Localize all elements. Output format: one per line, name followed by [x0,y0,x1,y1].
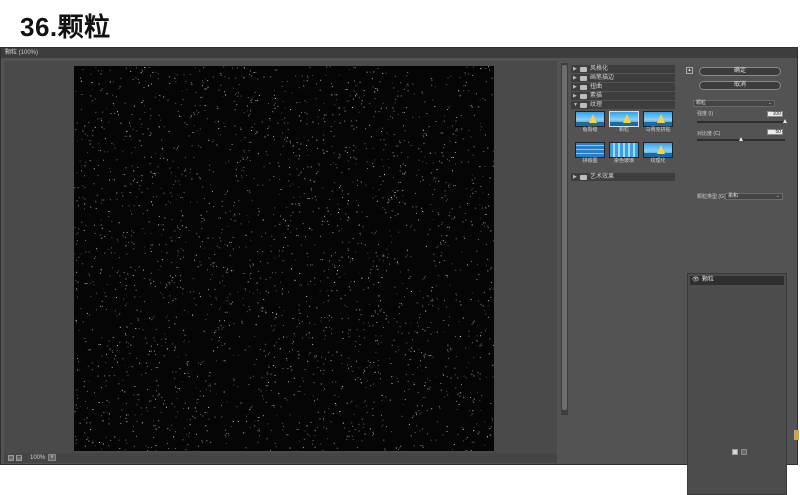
delete-effect-layer-icon[interactable] [741,449,747,455]
chevron-down-icon: ⌄ [768,101,772,106]
zoom-level: 100% [30,454,45,462]
settings-panel: ▴ 确定 取消 颗粒 ⌄ 强度 (I) 100 对比度 (C) 50 颗粒类型 … [685,63,795,458]
filter-gallery: ▶ 风格化 ▶ 画笔描边 ▶ 扭曲 ▶ 素描 ▼ 纹理 龟裂缝 [571,63,677,463]
page-heading: 36.颗粒 [20,7,111,44]
contrast-input[interactable]: 50 [767,129,783,135]
scrollbar-thumb[interactable] [562,65,567,410]
filter-thumb-patchwork[interactable]: 拼缀图 [575,142,605,164]
folder-artistic[interactable]: ▶ 艺术效果 [571,173,675,181]
grain-type-label: 颗粒类型 (G): [697,194,727,200]
grain-type-select[interactable]: 柔和 ⌄ [725,193,783,200]
collapse-arrow-icon: ▼ [573,101,578,109]
filter-thumb-craquelure[interactable]: 龟裂缝 [575,111,605,133]
filter-thumb-mosaic-tiles[interactable]: 马赛克拼贴 [643,111,673,133]
folder-distort[interactable]: ▶ 扭曲 [571,83,675,91]
folder-texture[interactable]: ▼ 纹理 [571,101,675,109]
preview-area [4,61,557,453]
window-title: 颗粒 (100%) [1,48,797,58]
gallery-scrollbar[interactable] [561,63,568,415]
slider-thumb[interactable] [783,119,787,123]
grain-noise [74,66,494,451]
filter-thumb-texturizer[interactable]: 纹理化 [643,142,673,164]
expand-arrow-icon: ▶ [573,92,577,100]
effect-layer-tools [732,449,752,457]
chevron-down-icon: ⌄ [776,194,780,199]
contrast-label: 对比度 (C) [697,131,720,137]
ok-button[interactable]: 确定 [699,67,781,76]
slider-thumb[interactable] [739,137,743,141]
filter-thumb-grain[interactable]: 颗粒 [609,111,639,133]
intensity-label: 强度 (I) [697,111,713,117]
thumbnail-image [609,111,639,127]
resize-grip [794,430,799,440]
new-effect-layer-icon[interactable] [732,449,738,455]
preview-zoom-bar: − + 100% v [4,453,557,463]
expand-arrow-icon: ▶ [573,65,577,73]
folder-icon [580,175,587,180]
filter-gallery-window: 颗粒 (100%) − + 100% v ▶ 风格化 ▶ 画笔描边 ▶ 扭曲 [0,47,798,465]
expand-arrow-icon: ▶ [573,173,577,181]
zoom-in-button[interactable]: + [16,455,22,461]
intensity-input[interactable]: 100 [767,111,783,117]
expand-arrow-icon: ▶ [573,74,577,82]
thumbnail-image [575,111,605,127]
zoom-dropdown[interactable]: v [48,454,56,461]
contrast-slider[interactable] [697,139,785,141]
folder-icon [580,67,587,72]
expand-arrow-icon: ▶ [573,83,577,91]
zoom-out-button[interactable]: − [8,455,14,461]
folder-icon [580,76,587,81]
folder-icon [580,103,587,108]
effect-layers-panel: 👁 颗粒 [687,273,787,495]
preview-image[interactable] [74,66,494,451]
toggle-gallery-button[interactable]: ▴ [686,67,693,74]
folder-icon [580,85,587,90]
thumbnail-image [575,142,605,158]
intensity-slider[interactable] [697,121,785,123]
folder-icon [580,94,587,99]
filter-thumb-stained-glass[interactable]: 染色玻璃 [609,142,639,164]
thumbnail-image [643,142,673,158]
thumbnail-image [609,142,639,158]
eye-icon[interactable]: 👁 [692,276,700,285]
folder-sketch[interactable]: ▶ 素描 [571,92,675,100]
filter-select[interactable]: 颗粒 ⌄ [693,100,775,107]
cancel-button[interactable]: 取消 [699,81,781,90]
effect-layer-row[interactable]: 👁 颗粒 [690,276,784,285]
folder-brush-strokes[interactable]: ▶ 画笔描边 [571,74,675,82]
thumbnail-image [643,111,673,127]
folder-stylize[interactable]: ▶ 风格化 [571,65,675,73]
